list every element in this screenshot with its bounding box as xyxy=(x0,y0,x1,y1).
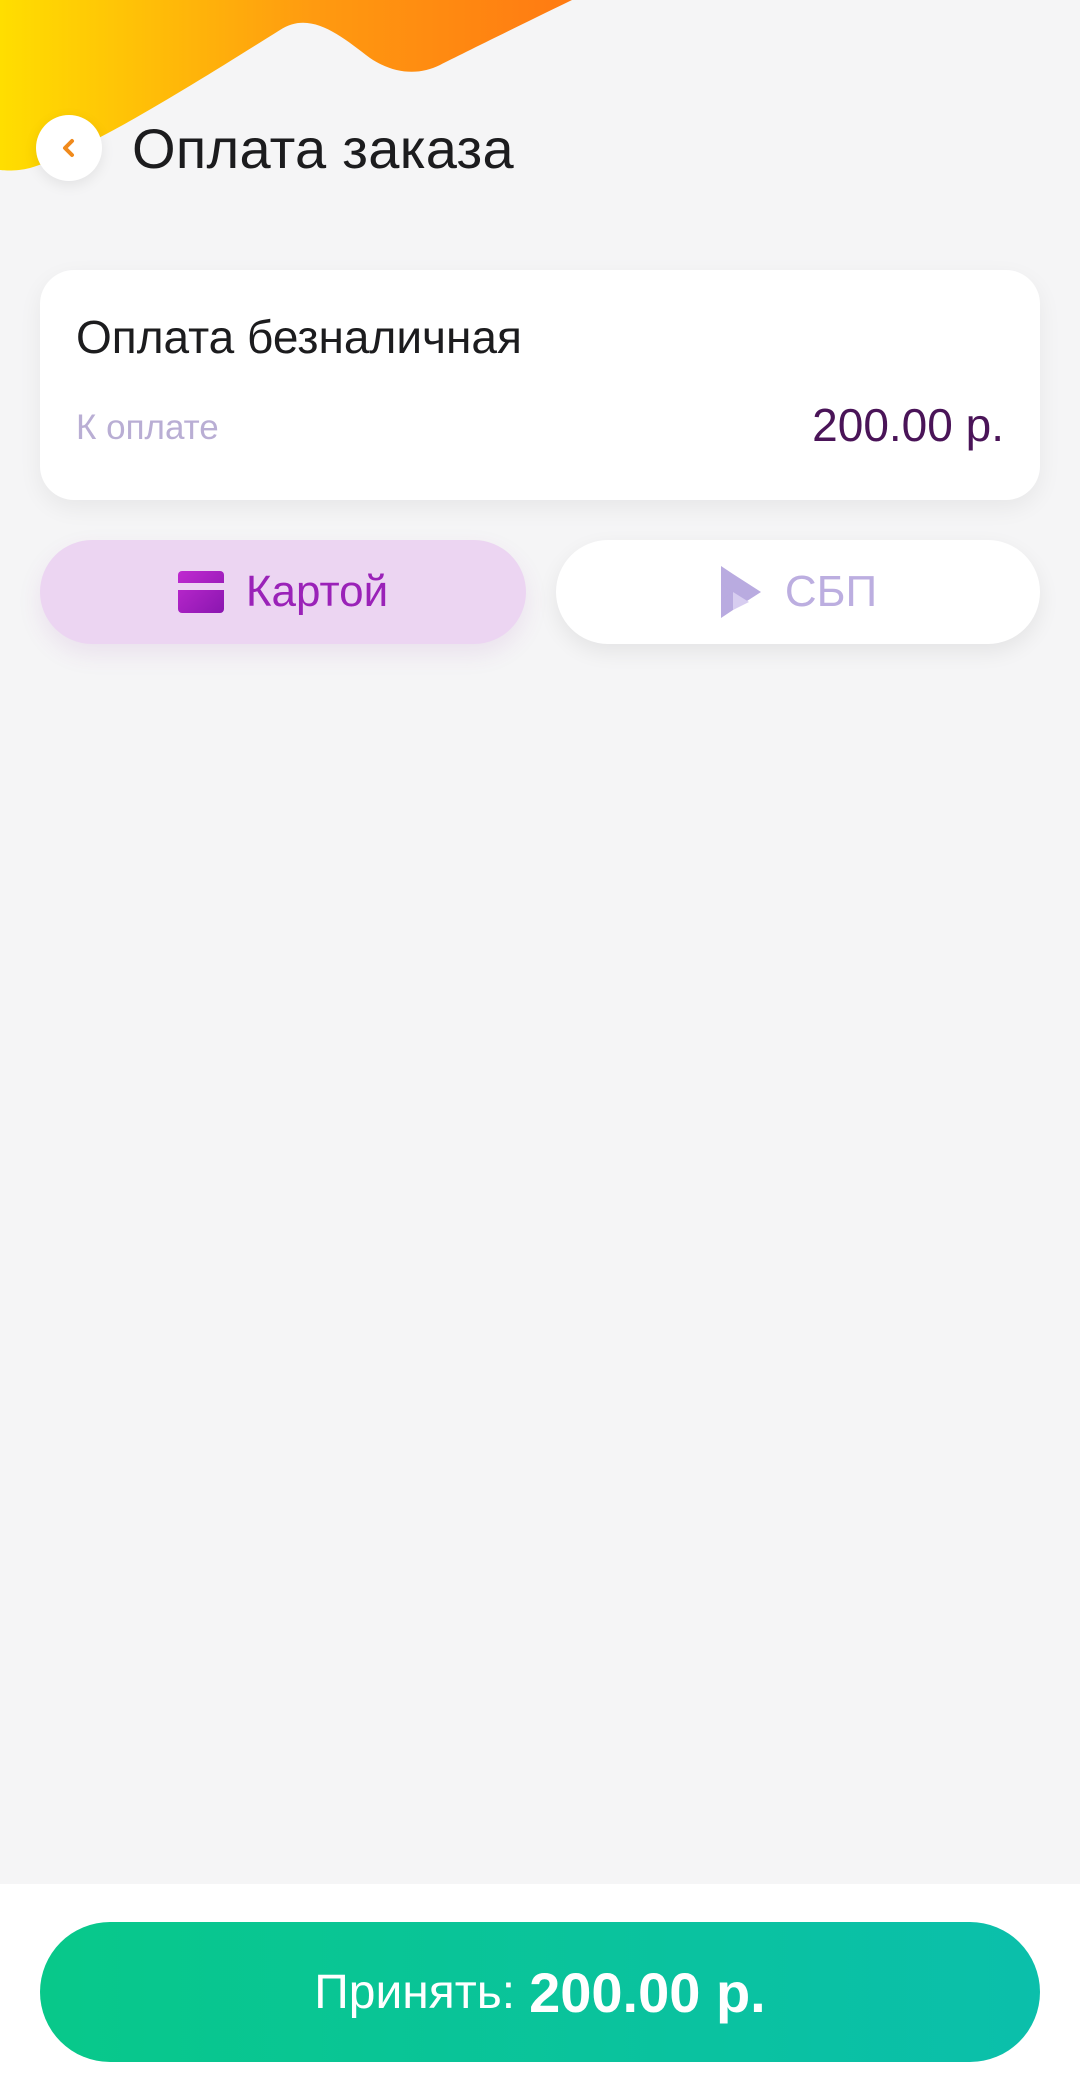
amount-label: К оплате xyxy=(76,408,219,447)
page-title: Оплата заказа xyxy=(132,116,514,180)
payment-screen: Оплата заказа Оплата безналичная К оплат… xyxy=(0,0,1080,2100)
header: Оплата заказа xyxy=(36,114,514,182)
back-button[interactable] xyxy=(36,115,102,181)
bottom-action-bar: Принять: 200.00 р. xyxy=(0,1884,1080,2100)
pay-by-card-label: Картой xyxy=(245,567,389,616)
pay-by-card-button[interactable]: Картой xyxy=(40,540,526,644)
accept-button-prefix: Принять: xyxy=(314,1965,516,2019)
payment-summary-card: Оплата безналичная К оплате 200.00 р. xyxy=(40,270,1040,500)
chevron-left-icon xyxy=(63,139,74,157)
credit-card-icon xyxy=(177,571,224,613)
payment-type-title: Оплата безналичная xyxy=(76,311,522,363)
sbp-icon xyxy=(720,566,761,618)
accept-button-amount: 200.00 р. xyxy=(529,1960,766,2024)
accept-payment-button[interactable]: Принять: 200.00 р. xyxy=(40,1922,1040,2062)
pay-by-sbp-button[interactable]: СБП xyxy=(556,540,1040,644)
pay-by-sbp-label: СБП xyxy=(784,567,878,616)
amount-value: 200.00 р. xyxy=(812,399,1004,451)
